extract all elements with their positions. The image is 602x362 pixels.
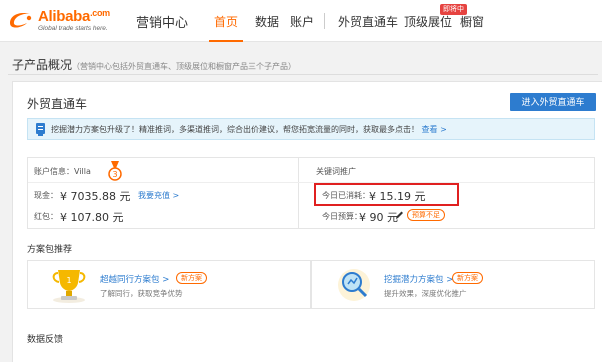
budget-value: ¥ 90 元	[359, 211, 398, 224]
nav-showcase[interactable]: 橱窗	[460, 13, 484, 30]
row-divider	[28, 182, 594, 183]
cash-value: ¥ 7035.88 元	[60, 190, 131, 203]
nav-top-booth[interactable]: 顶级展位	[404, 13, 452, 30]
budget-insufficient-tag: 预算不足	[407, 209, 445, 221]
recommend-name-1[interactable]: 超越同行方案包 >	[100, 273, 169, 285]
data-feedback-title: 数据反馈	[27, 335, 64, 345]
enter-p4p-button[interactable]: 进入外贸直通车	[510, 93, 596, 111]
nav-p4p[interactable]: 外贸直通车	[338, 13, 398, 30]
magnifier-icon	[338, 269, 370, 301]
recommend-desc-2: 提升效果，深度优化推广	[384, 289, 467, 298]
trophy-icon: 1	[52, 270, 86, 303]
new-plan-tag-1: 新方案	[176, 272, 207, 284]
nav-active-indicator	[209, 40, 243, 42]
account-info-table: 账户信息：Villa 3 现金： ¥ 7035.88 元 我要充值 > 红包： …	[27, 157, 595, 229]
nav-account[interactable]: 账户	[290, 13, 314, 30]
heading-divider	[8, 74, 598, 75]
logo-wordmark: Alibaba.com	[38, 8, 110, 25]
medal-icon: 3	[108, 161, 122, 181]
bonus-value: ¥ 107.80 元	[60, 211, 124, 224]
cash-label: 现金：	[34, 191, 58, 200]
recommend-card-2[interactable]: 挖掘潜力方案包 > 新方案 提升效果，深度优化推广	[311, 260, 595, 309]
nav-data[interactable]: 数据	[255, 13, 279, 30]
tip-view-link[interactable]: 查看 >	[422, 125, 447, 134]
top-navigation-bar: Alibaba.com Global trade starts here. 营销…	[0, 0, 602, 42]
recommend-card-1[interactable]: 1 超越同行方案包 > 新方案 了解同行，获取竞争优势	[27, 260, 311, 309]
nav-divider	[324, 13, 325, 29]
account-username: Villa	[74, 167, 91, 176]
account-info-label: 账户信息：Villa	[34, 167, 91, 176]
svg-text:1: 1	[66, 276, 71, 285]
new-plan-tag-2: 新方案	[452, 272, 483, 284]
bonus-label: 红包：	[34, 212, 58, 221]
keyword-promo-label: 关键词推广	[316, 167, 356, 176]
edit-pencil-icon[interactable]	[395, 210, 404, 220]
alibaba-logo-icon	[10, 13, 32, 28]
p4p-panel: 外贸直通车 进入外贸直通车 挖掘潜力方案包升级了！精准推词，多渠道推词，综合出价…	[12, 81, 602, 362]
svg-text:3: 3	[112, 170, 117, 179]
budget-label: 今日预算：	[322, 212, 362, 221]
lightbulb-icon	[36, 123, 45, 136]
spent-highlight-box	[314, 183, 459, 206]
page-title: 子产品概况（营销中心包括外贸直通车、顶级展位和橱窗产品三个子产品）	[12, 58, 297, 72]
app-name: 营销中心	[136, 16, 189, 31]
alibaba-logo[interactable]: Alibaba.com Global trade starts here.	[8, 7, 128, 35]
recommend-name-2[interactable]: 挖掘潜力方案包 >	[384, 273, 453, 285]
section-title: 外贸直通车	[27, 97, 88, 111]
recharge-link[interactable]: 我要充值 >	[138, 190, 179, 201]
tip-text: 挖掘潜力方案包升级了！精准推词，多渠道推词，综合出价建议，帮您拓宽流量的同时，获…	[51, 125, 447, 134]
logo-tagline: Global trade starts here.	[38, 25, 108, 32]
nav-home[interactable]: 首页	[214, 13, 238, 30]
page-subtitle: （营销中心包括外贸直通车、顶级展位和橱窗产品三个子产品）	[72, 62, 297, 71]
tip-banner: 挖掘潜力方案包升级了！精准推词，多渠道推词，综合出价建议，帮您拓宽流量的同时，获…	[27, 118, 595, 140]
recommend-desc-1: 了解同行，获取竞争优势	[100, 289, 183, 298]
recommend-title: 方案包推荐	[27, 245, 73, 255]
column-divider	[298, 158, 299, 228]
